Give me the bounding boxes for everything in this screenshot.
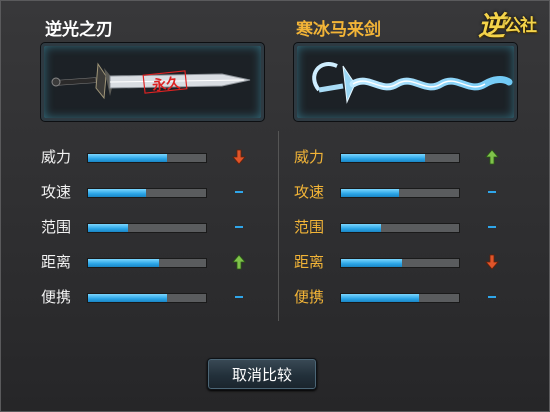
no-change-dash-icon [482, 287, 502, 307]
stat-label: 距离 [41, 253, 72, 271]
column-divider [278, 131, 279, 321]
logo-small-text: 公社 [504, 15, 537, 36]
game-logo: 逆公社 [465, 3, 549, 43]
left-stat-row: 便携 [41, 287, 261, 307]
stat-label: 攻速 [41, 183, 72, 201]
stat-bar [340, 153, 460, 163]
stat-bar-fill [88, 154, 168, 162]
stat-bar [87, 223, 207, 233]
stat-bar [340, 293, 460, 303]
stat-bar-fill [341, 224, 382, 232]
right-stat-row: 便携 [294, 287, 514, 307]
stat-bar [340, 223, 460, 233]
weapon-compare-panel: 逆公社 逆光之刃 寒冰马来剑 永久 威力 攻速 范围 距离 便携 威力 攻速 范… [0, 0, 550, 412]
stat-bar-fill [88, 259, 159, 267]
stat-bar [87, 293, 207, 303]
stat-label: 范围 [294, 218, 325, 236]
left-stat-row: 范围 [41, 217, 261, 237]
right-weapon-image-frame [294, 43, 517, 121]
cancel-compare-button[interactable]: 取消比较 [207, 358, 317, 390]
permanent-seal-text: 永久 [150, 74, 182, 94]
stat-label: 距离 [294, 253, 325, 271]
no-change-dash-icon [229, 182, 249, 202]
stat-bar [87, 153, 207, 163]
stat-bar-fill [341, 154, 425, 162]
stat-label: 范围 [41, 218, 72, 236]
left-stat-row: 距离 [41, 252, 261, 272]
left-stat-row: 威力 [41, 147, 261, 167]
arrow-up-icon [229, 252, 249, 272]
right-stat-row: 距离 [294, 252, 514, 272]
no-change-dash-icon [482, 217, 502, 237]
left-weapon-image-frame: 永久 [41, 43, 264, 121]
stat-bar-fill [88, 224, 129, 232]
stat-bar [340, 188, 460, 198]
arrow-down-icon [229, 147, 249, 167]
stat-bar-fill [88, 189, 146, 197]
stat-bar [340, 258, 460, 268]
arrow-down-icon [482, 252, 502, 272]
stat-label: 便携 [41, 288, 72, 306]
ice-sword-icon [312, 62, 513, 104]
stat-bar-fill [341, 294, 419, 302]
stat-label: 威力 [41, 148, 72, 166]
right-stat-row: 威力 [294, 147, 514, 167]
stat-label: 攻速 [294, 183, 325, 201]
right-stat-row: 范围 [294, 217, 514, 237]
logo-big-char: 逆 [478, 10, 505, 42]
stat-label: 威力 [294, 148, 325, 166]
stat-label: 便携 [294, 288, 325, 306]
left-stat-row: 攻速 [41, 182, 261, 202]
arrow-up-icon [482, 147, 502, 167]
stat-bar-fill [341, 189, 399, 197]
stat-bar-fill [88, 294, 168, 302]
right-stat-row: 攻速 [294, 182, 514, 202]
right-weapon-title: 寒冰马来剑 [296, 20, 381, 40]
left-weapon-title: 逆光之刃 [45, 20, 113, 40]
no-change-dash-icon [229, 217, 249, 237]
stat-bar [87, 188, 207, 198]
stat-bar-fill [341, 259, 403, 267]
no-change-dash-icon [482, 182, 502, 202]
no-change-dash-icon [229, 287, 249, 307]
stat-bar [87, 258, 207, 268]
dark-sword-icon: 永久 [51, 62, 251, 100]
